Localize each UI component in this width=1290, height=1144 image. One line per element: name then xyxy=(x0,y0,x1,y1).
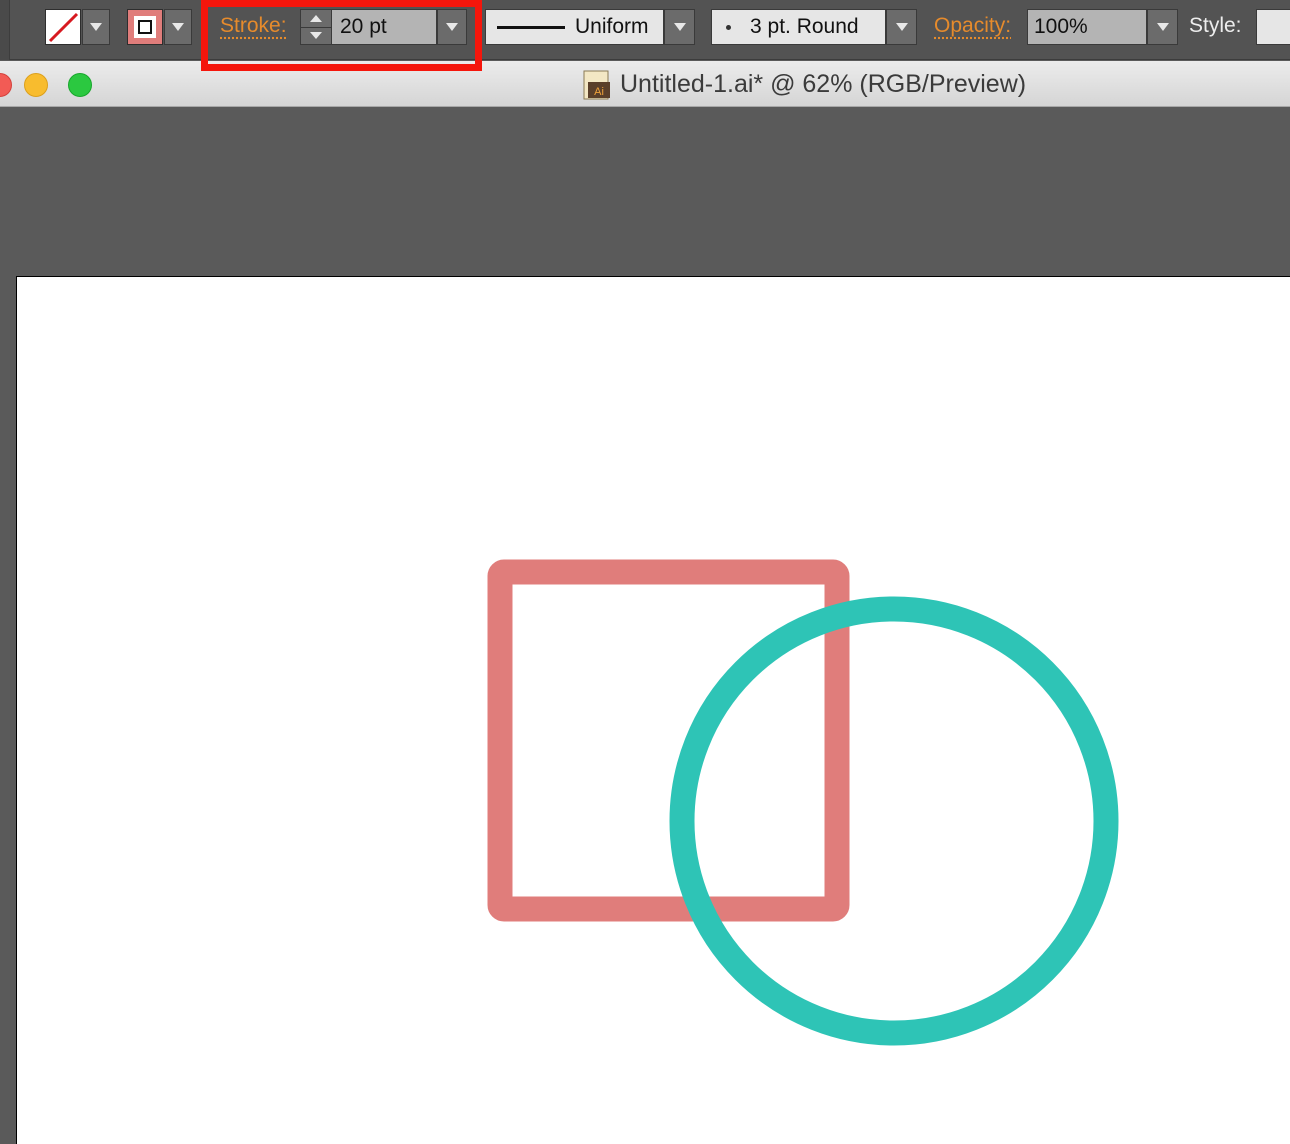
brush-dropdown-button[interactable] xyxy=(886,9,917,45)
variable-width-profile-label: Uniform xyxy=(575,15,649,38)
ai-file-icon: Ai xyxy=(583,70,610,100)
fill-swatch[interactable] xyxy=(45,9,81,45)
document-title-bar: Ai Untitled-1.ai* @ 62% (RGB/Preview) xyxy=(0,61,1290,107)
opacity-dropdown-button[interactable] xyxy=(1147,9,1178,45)
chevron-down-icon xyxy=(172,23,184,31)
chevron-down-icon xyxy=(673,23,686,31)
chevron-down-icon xyxy=(895,23,908,31)
variable-width-profile-field[interactable]: Uniform xyxy=(485,9,664,45)
chevron-down-icon xyxy=(1156,23,1169,31)
stroke-swatch[interactable] xyxy=(127,9,163,45)
artwork-canvas xyxy=(487,559,1119,1046)
close-window-button[interactable] xyxy=(0,73,12,97)
none-fill-icon xyxy=(48,12,79,43)
uniform-profile-line-icon xyxy=(497,25,565,29)
zoom-window-button[interactable] xyxy=(68,73,92,97)
artboard[interactable] xyxy=(16,276,1290,1144)
chevron-down-icon xyxy=(90,23,102,31)
brush-dot-icon xyxy=(726,24,731,30)
brush-definition-field[interactable]: 3 pt. Round xyxy=(711,9,886,45)
control-bar: Stroke: 20 pt Uniform 3 pt. Round Opacit… xyxy=(0,0,1290,71)
circle-shape[interactable] xyxy=(669,596,1119,1046)
panel-grip[interactable] xyxy=(0,0,10,60)
opacity-label[interactable]: Opacity: xyxy=(934,14,1011,38)
graphic-style-swatch[interactable] xyxy=(1256,9,1290,45)
brush-definition-label: 3 pt. Round xyxy=(750,15,859,38)
fill-dropdown-button[interactable] xyxy=(82,9,110,45)
stroke-swatch-icon xyxy=(134,16,156,38)
ai-file-icon-text: Ai xyxy=(594,86,604,98)
document-title: Untitled-1.ai* @ 62% (RGB/Preview) xyxy=(620,70,1027,98)
minimize-window-button[interactable] xyxy=(24,73,48,97)
style-label: Style: xyxy=(1189,14,1242,37)
stroke-dropdown-button[interactable] xyxy=(164,9,192,45)
stroke-highlight-box xyxy=(201,0,482,71)
opacity-input[interactable]: 100% xyxy=(1027,9,1147,45)
rounded-square-shape[interactable] xyxy=(487,559,850,922)
profile-dropdown-button[interactable] xyxy=(664,9,695,45)
